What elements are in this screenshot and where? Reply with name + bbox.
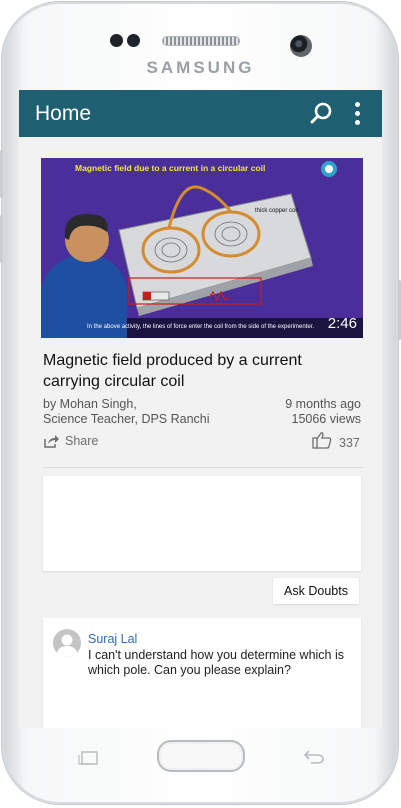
thumbnail-subtitle: In the above activity, the lines of forc… (87, 324, 314, 330)
content-card (43, 476, 361, 571)
brand-logo: SAMSUNG (146, 58, 255, 77)
volume-down-button (0, 215, 3, 263)
comment-author[interactable]: Suraj Lal (88, 632, 137, 646)
app-bar: Home (19, 90, 382, 137)
like-count: 337 (339, 436, 360, 450)
avatar[interactable] (53, 629, 81, 657)
front-camera (290, 35, 312, 57)
user-icon (56, 634, 78, 657)
earpiece-speaker (162, 36, 240, 46)
divider (43, 467, 363, 468)
video-thumbnail[interactable]: Magnetic field due to a current in a cir… (41, 158, 363, 338)
post-stats: 9 months ago 15066 views (285, 397, 361, 427)
search-icon[interactable] (309, 100, 335, 126)
post-title[interactable]: Magnetic field produced by a current car… (43, 350, 363, 392)
share-label: Share (65, 434, 99, 448)
thumbs-up-icon[interactable] (312, 431, 332, 449)
author-info: by Mohan Singh, Science Teacher, DPS Ran… (43, 397, 210, 427)
post-views: 15066 views (291, 412, 362, 426)
recent-apps-icon[interactable] (78, 751, 98, 765)
share-icon (44, 435, 59, 448)
video-duration: 2:46 (327, 315, 357, 332)
post-time: 9 months ago (285, 397, 361, 411)
comment-text: I can't understand how you determine whi… (88, 648, 344, 677)
volume-up-button (0, 150, 3, 198)
author-role: Science Teacher, DPS Ranchi (43, 412, 210, 426)
ask-doubts-button[interactable]: Ask Doubts (273, 578, 359, 604)
author-name: by Mohan Singh, (43, 397, 137, 411)
page-title: Home (35, 102, 92, 125)
thumbnail-caption: Magnetic field due to a current in a cir… (75, 163, 265, 173)
home-button[interactable] (157, 740, 245, 772)
sensor-right (127, 34, 140, 47)
video-illustration: Magnetic field due to a current in a cir… (41, 158, 363, 338)
back-icon[interactable] (303, 748, 325, 764)
more-vert-icon[interactable] (351, 100, 363, 128)
comment-card: Suraj Lal I can't understand how you det… (43, 618, 361, 728)
app-screen: Home Magnetic field due to a current in … (19, 90, 382, 728)
thumbnail-label: thick copper coil (255, 208, 298, 214)
sensor-left (110, 34, 123, 47)
